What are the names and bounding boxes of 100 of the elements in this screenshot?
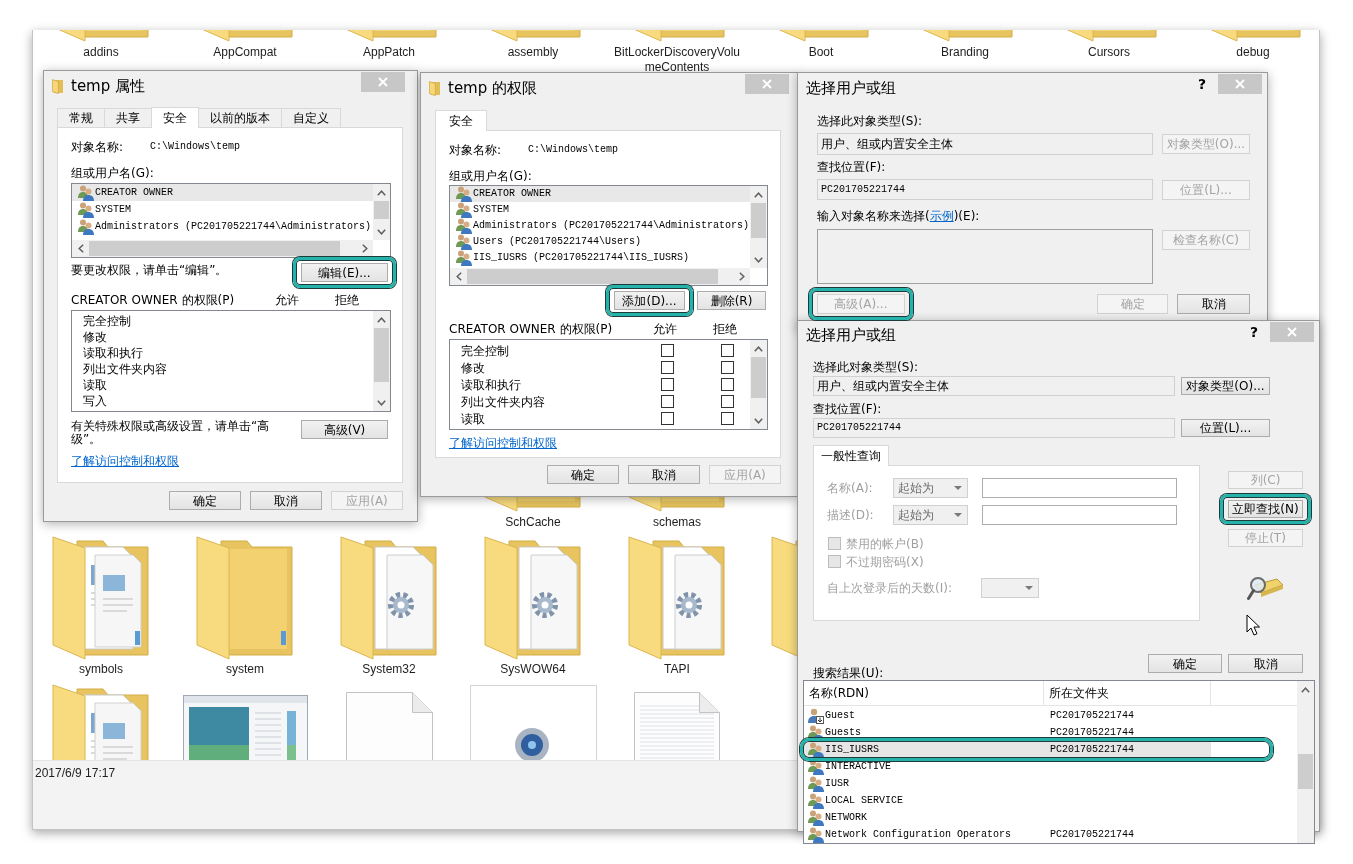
chevron-up-icon[interactable] [377, 316, 386, 323]
folder-name[interactable]: SchCache [468, 515, 598, 530]
result-row[interactable]: INTERACTIVE [804, 758, 1211, 775]
folder-name[interactable]: SysWOW64 [468, 662, 598, 677]
folder-name[interactable]: BitLockerDiscoveryVolumeContents [612, 45, 742, 75]
name-input-field[interactable] [982, 478, 1177, 498]
folder-name[interactable]: AppCompat [180, 45, 310, 60]
folder-name[interactable]: schemas [612, 515, 742, 530]
add-button[interactable]: 添加(D)... [614, 291, 685, 310]
chevron-left-icon[interactable] [455, 272, 462, 281]
help-link[interactable]: 了解访问控制和权限 [71, 454, 179, 468]
scrollbar-thumb[interactable] [374, 328, 389, 382]
chevron-down-icon[interactable] [377, 399, 386, 406]
chevron-down-icon[interactable] [754, 417, 763, 424]
chevron-left-icon[interactable] [77, 244, 84, 253]
result-row[interactable]: Guest PC201705221744 [804, 707, 1211, 724]
chevron-down-icon[interactable] [754, 256, 763, 263]
allow-checkbox[interactable] [660, 378, 674, 391]
tab[interactable]: 共享 [104, 108, 152, 127]
text-file-icon[interactable] [634, 692, 720, 760]
ok-button[interactable]: 确定 [169, 491, 241, 510]
result-row[interactable]: Network Configuration Operators PC201705221744 [804, 826, 1211, 843]
edit-button[interactable]: 编辑(E)... [301, 263, 388, 282]
chevron-right-icon[interactable] [738, 272, 745, 281]
locations-button[interactable]: 位置(L)... [1181, 419, 1270, 437]
list-item[interactable]: SYSTEM [72, 201, 373, 218]
tab[interactable]: 自定义 [281, 108, 341, 127]
folder-gear-icon[interactable] [627, 535, 727, 660]
ok-button[interactable]: 确定 [547, 465, 619, 484]
folder-name[interactable]: addins [36, 45, 166, 60]
remove-button[interactable]: 删除(R) [697, 291, 766, 310]
column-header[interactable]: 所在文件夹 [1044, 681, 1211, 705]
list-item[interactable]: CREATOR OWNER [72, 184, 373, 201]
cancel-button[interactable]: 取消 [250, 491, 322, 510]
result-row[interactable]: Guests PC201705221744 [804, 724, 1211, 741]
folder-gear-icon[interactable] [483, 535, 583, 660]
deny-checkbox[interactable] [720, 361, 734, 374]
folder-name[interactable]: TAPI [612, 662, 742, 677]
folder-name[interactable]: System32 [324, 662, 454, 677]
webcam-icon[interactable] [469, 685, 597, 760]
days-dropdown[interactable] [981, 578, 1039, 598]
deny-checkbox[interactable] [720, 412, 734, 425]
chevron-up-icon[interactable] [377, 189, 386, 196]
help-button[interactable]: ? [1197, 76, 1206, 92]
scrollbar-thumb[interactable] [1298, 754, 1313, 789]
result-row[interactable]: IUSR [804, 775, 1211, 792]
list-item[interactable]: SYSTEM [450, 202, 750, 218]
location-field[interactable]: PC201705221744 [817, 179, 1153, 200]
folder-name[interactable]: Cursors [1044, 45, 1174, 60]
column-header[interactable]: 名称(RDN) [804, 681, 1044, 705]
object-type-field[interactable]: 用户、组或内置安全主体 [813, 376, 1175, 396]
examples-link[interactable]: 示例 [929, 209, 954, 223]
tab[interactable]: 安全 [151, 107, 199, 128]
folder-name[interactable]: Branding [900, 45, 1030, 60]
description-input-field[interactable] [982, 505, 1177, 525]
tab[interactable]: 以前的版本 [198, 108, 282, 127]
deny-checkbox[interactable] [720, 378, 734, 391]
deny-checkbox[interactable] [720, 395, 734, 408]
folder-name[interactable]: AppPatch [324, 45, 454, 60]
vertical-scrollbar[interactable] [373, 311, 390, 411]
vertical-scrollbar[interactable] [373, 184, 390, 240]
folder-name[interactable]: assembly [468, 45, 598, 60]
window-thumbnail-icon[interactable] [182, 695, 308, 760]
close-button[interactable] [745, 74, 789, 94]
list-item[interactable]: Administrators (PC201705221744\Administrators) [72, 218, 373, 235]
scrollbar-thumb[interactable] [751, 357, 766, 398]
cancel-button[interactable]: 取消 [1228, 654, 1303, 673]
close-button[interactable] [361, 72, 405, 92]
cancel-button[interactable]: 取消 [1177, 294, 1250, 314]
folder-icon[interactable] [195, 535, 295, 660]
chevron-down-icon[interactable] [377, 228, 386, 235]
list-item[interactable]: IIS_IUSRS (PC201705221744\IIS_IUSRS) [450, 250, 750, 266]
folder-documents-icon[interactable] [51, 535, 151, 660]
folder-gear-icon[interactable] [339, 535, 439, 660]
help-button[interactable]: ? [1249, 324, 1258, 340]
chevron-up-icon[interactable] [1301, 686, 1310, 693]
vertical-scrollbar[interactable] [1297, 681, 1314, 843]
chevron-up-icon[interactable] [754, 191, 763, 198]
allow-checkbox[interactable] [660, 412, 674, 425]
vertical-scrollbar[interactable] [750, 340, 767, 429]
scrollbar-thumb[interactable] [751, 203, 766, 238]
folder-name[interactable]: debug [1188, 45, 1318, 60]
blank-file-icon[interactable] [345, 692, 433, 760]
object-types-button[interactable]: 对象类型(O)... [1181, 377, 1270, 395]
advanced-button[interactable]: 高级(V) [301, 420, 388, 439]
tab[interactable]: 常规 [57, 108, 105, 127]
scrollbar-thumb[interactable] [89, 241, 340, 256]
deny-checkbox[interactable] [720, 344, 734, 357]
close-button[interactable] [1218, 74, 1262, 94]
object-type-field[interactable]: 用户、组或内置安全主体 [817, 133, 1153, 155]
list-item[interactable]: Administrators (PC201705221744\Administrators) [450, 218, 750, 234]
folder-name[interactable]: Boot [756, 45, 886, 60]
folder-name[interactable]: system [180, 662, 310, 677]
allow-checkbox[interactable] [660, 344, 674, 357]
vertical-scrollbar[interactable] [750, 186, 767, 268]
chevron-right-icon[interactable] [361, 244, 368, 253]
allow-checkbox[interactable] [660, 395, 674, 408]
tab[interactable]: 安全 [435, 110, 487, 131]
cancel-button[interactable]: 取消 [628, 465, 700, 484]
close-button[interactable] [1270, 322, 1314, 342]
